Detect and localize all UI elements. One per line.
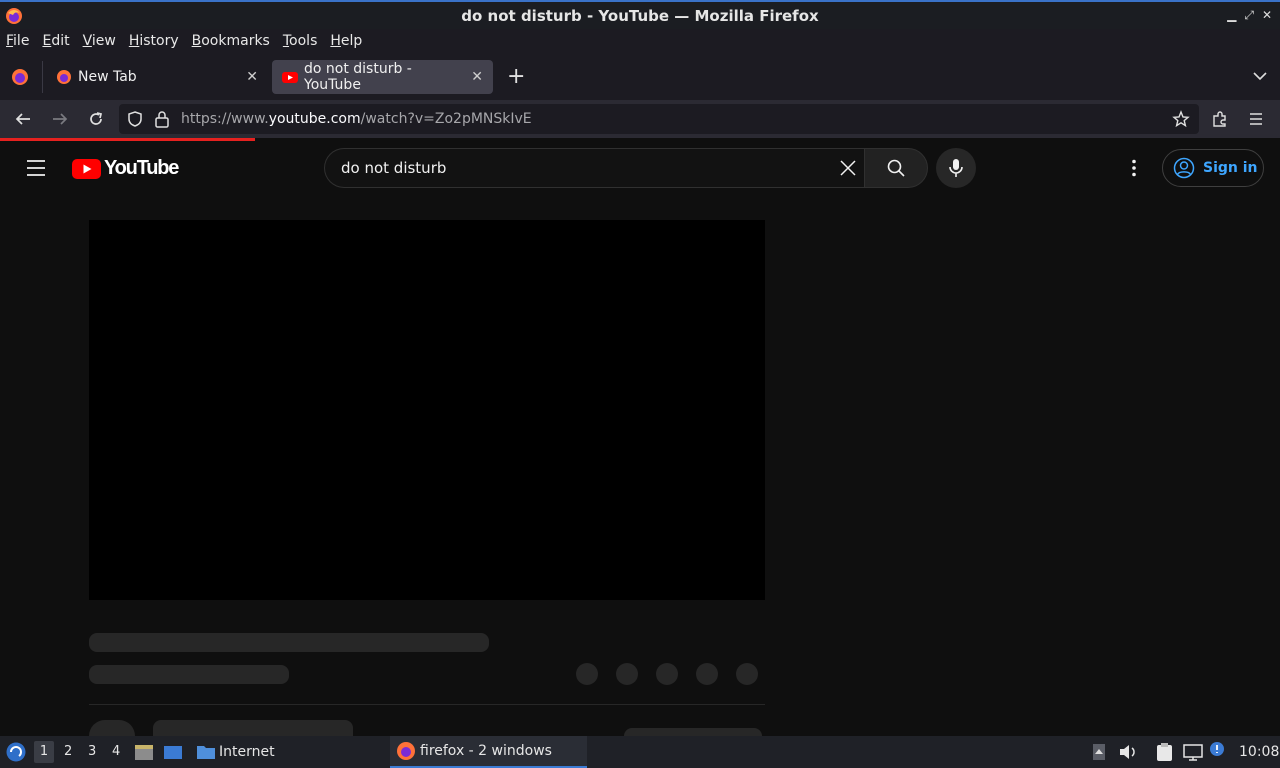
action-skeleton: [656, 663, 678, 685]
clear-search-x-icon[interactable]: [839, 159, 857, 181]
menu-view[interactable]: View: [83, 33, 116, 49]
microphone-icon: [949, 159, 963, 177]
action-skeleton: [696, 663, 718, 685]
tab-label: New Tab: [78, 69, 137, 85]
url-domain: youtube.com: [268, 111, 361, 127]
window-title: do not disturb - YouTube — Mozilla Firef…: [461, 6, 819, 25]
network-icon[interactable]: [1183, 743, 1203, 765]
clipboard-icon[interactable]: [1155, 742, 1175, 766]
menu-history[interactable]: History: [129, 33, 179, 49]
volume-icon[interactable]: [1118, 743, 1138, 765]
close-window-button[interactable]: ✕: [1262, 8, 1272, 23]
youtube-icon: [282, 72, 298, 83]
menu-help[interactable]: Help: [330, 33, 362, 49]
menu-tools[interactable]: Tools: [283, 33, 318, 49]
tracking-shield-icon[interactable]: [126, 110, 144, 132]
extensions-puzzle-icon[interactable]: [1211, 110, 1229, 132]
desktop-taskbar: 1 2 3 4 Internet firefox - 2 windows 10:…: [0, 736, 1280, 768]
tab-bar: New Tab ✕ do not disturb - YouTube ✕ +: [0, 53, 1280, 100]
search-button[interactable]: [864, 148, 928, 188]
clock[interactable]: 10:08: [1239, 744, 1279, 760]
firefox-view-icon[interactable]: [11, 68, 29, 90]
account-circle-icon: [1173, 157, 1195, 179]
title-skeleton: [89, 633, 489, 652]
url-path: /watch?v=Zo2pMNSkIvE: [360, 111, 532, 127]
close-tab-icon[interactable]: ✕: [246, 69, 258, 85]
action-skeleton: [616, 663, 638, 685]
desktop-icon[interactable]: [163, 742, 183, 766]
action-skeleton: [736, 663, 758, 685]
video-player[interactable]: [89, 220, 765, 600]
workspace-4[interactable]: 4: [112, 744, 120, 759]
tray-arrow-icon[interactable]: [1092, 743, 1106, 765]
channel-avatar-skeleton: [89, 720, 135, 736]
url-bar[interactable]: https://www.youtube.com/watch?v=Zo2pMNSk…: [119, 104, 1199, 134]
url-prefix: https://www.: [181, 111, 269, 127]
menu-edit[interactable]: Edit: [42, 33, 69, 49]
tab-new-tab[interactable]: New Tab ✕: [46, 60, 268, 94]
bookmark-star-icon[interactable]: [1172, 110, 1190, 132]
menu-bar: File Edit View History Bookmarks Tools H…: [0, 29, 1280, 53]
window-titlebar: do not disturb - YouTube — Mozilla Firef…: [0, 0, 1280, 29]
guide-menu-icon[interactable]: [25, 157, 47, 183]
action-skeleton: [576, 663, 598, 685]
maximize-button[interactable]: ⤢: [1244, 8, 1254, 23]
sign-in-label: Sign in: [1203, 160, 1258, 176]
navigation-toolbar: https://www.youtube.com/watch?v=Zo2pMNSk…: [0, 100, 1280, 138]
app-menu-hamburger-icon[interactable]: [1247, 110, 1265, 132]
workspace-3[interactable]: 3: [88, 744, 96, 759]
tab-label: do not disturb - YouTube: [304, 61, 412, 93]
reload-icon[interactable]: [87, 110, 105, 132]
minimize-button[interactable]: ▁: [1227, 8, 1236, 23]
search-box: [324, 148, 865, 188]
folder-icon[interactable]: [196, 742, 216, 766]
tab-youtube[interactable]: do not disturb - YouTube ✕: [272, 60, 493, 94]
tab-divider: [42, 61, 43, 93]
close-tab-icon[interactable]: ✕: [471, 69, 483, 85]
channel-name-skeleton: [153, 720, 353, 736]
firefox-icon: [397, 742, 415, 760]
back-arrow-icon[interactable]: [14, 110, 32, 132]
sign-in-button[interactable]: Sign in: [1162, 149, 1264, 187]
workspace-2[interactable]: 2: [64, 744, 72, 759]
taskbar-firefox-window-button[interactable]: firefox - 2 windows: [390, 736, 587, 768]
firefox-icon: [57, 70, 71, 84]
youtube-masthead: YouTube Sign in: [0, 141, 1280, 196]
start-menu-icon[interactable]: [5, 741, 27, 767]
youtube-logo-text: YouTube: [104, 157, 179, 179]
menu-bookmarks[interactable]: Bookmarks: [192, 33, 270, 49]
notification-alert-icon[interactable]: [1208, 741, 1226, 763]
subscribe-skeleton: [624, 728, 762, 736]
lock-icon[interactable]: [154, 110, 170, 132]
voice-search-button[interactable]: [936, 148, 976, 188]
menu-file[interactable]: File: [6, 33, 29, 49]
workspace-1[interactable]: 1: [34, 741, 54, 763]
youtube-logo[interactable]: YouTube: [72, 157, 179, 180]
search-icon: [887, 159, 905, 177]
youtube-play-icon: [72, 158, 101, 179]
divider: [89, 704, 765, 705]
internet-launcher-label[interactable]: Internet: [219, 744, 275, 760]
metadata-skeleton: [89, 665, 289, 684]
settings-more-vertical-icon[interactable]: [1124, 158, 1144, 182]
url-text[interactable]: https://www.youtube.com/watch?v=Zo2pMNSk…: [181, 111, 532, 127]
file-manager-icon[interactable]: [134, 742, 154, 766]
firefox-icon: [5, 7, 23, 29]
list-all-tabs-chevron-icon[interactable]: [1252, 68, 1268, 88]
search-input[interactable]: [341, 159, 811, 177]
taskbar-firefox-label: firefox - 2 windows: [420, 743, 552, 759]
new-tab-plus-icon[interactable]: +: [507, 64, 525, 89]
forward-arrow-icon[interactable]: [51, 110, 69, 132]
